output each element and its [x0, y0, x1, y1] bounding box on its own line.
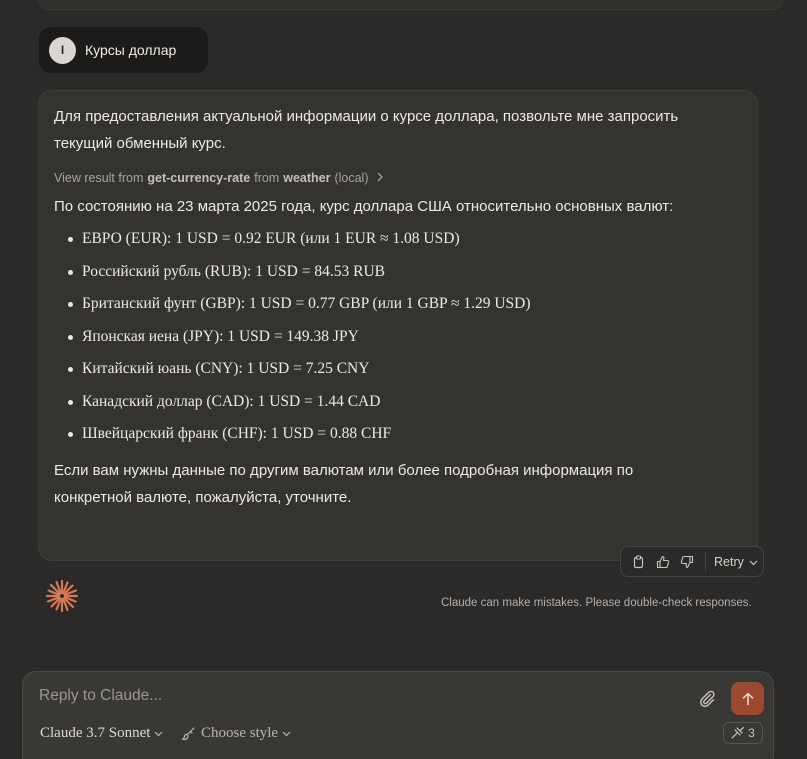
retry-button[interactable]: Retry — [714, 555, 758, 569]
chevron-right-icon — [376, 171, 384, 185]
assistant-intro-text: Для предоставления актуальной информации… — [54, 108, 679, 152]
list-item: Швейцарский франк (CHF): 1 USD = 0.88 CH… — [54, 423, 742, 456]
assistant-summary-text: По состоянию на 23 марта 2025 года, курс… — [54, 198, 674, 215]
assistant-closing-text: Если вам нужны данные по другим валютам … — [54, 461, 634, 506]
send-button[interactable] — [731, 682, 764, 715]
user-message-text: Курсы доллар — [85, 42, 177, 58]
list-item: Китайский юань (CNY): 1 USD = 7.25 CNY — [54, 358, 742, 391]
claude-logo-icon — [45, 579, 79, 613]
thumbs-up-icon[interactable] — [652, 552, 673, 572]
list-item: Канадский доллар (CAD): 1 USD = 1.44 CAD — [54, 391, 742, 424]
chevron-down-icon — [154, 731, 163, 737]
previous-message-edge — [38, 0, 783, 10]
brush-icon — [181, 726, 196, 741]
composer: Claude 3.7 Sonnet Choose style 3 — [22, 671, 774, 759]
currency-rate-list: ЕВРО (EUR): 1 USD = 0.92 EUR (или 1 EUR … — [54, 228, 742, 456]
reply-input[interactable] — [39, 684, 679, 708]
tool-server-name: weather — [283, 171, 331, 185]
copy-icon[interactable] — [628, 552, 649, 572]
tools-button[interactable]: 3 — [723, 722, 763, 744]
tool-result-link[interactable]: View result from get-currency-rate from … — [54, 168, 742, 188]
user-avatar: I — [49, 36, 76, 64]
paperclip-icon[interactable] — [697, 688, 717, 708]
list-item: ЕВРО (EUR): 1 USD = 0.92 EUR (или 1 EUR … — [54, 228, 742, 261]
tool-from-word: from — [254, 171, 280, 185]
thumbs-down-icon[interactable] — [676, 552, 697, 572]
style-selector[interactable]: Choose style — [181, 725, 291, 742]
tool-scope: (local) — [334, 171, 369, 185]
tool-result-prefix: View result from — [54, 171, 144, 185]
style-label: Choose style — [201, 725, 279, 741]
list-item: Японская иена (JPY): 1 USD = 149.38 JPY — [54, 326, 742, 359]
model-name: Claude 3.7 Sonnet — [40, 725, 151, 741]
list-item: Британский фунт (GBP): 1 USD = 0.77 GBP … — [54, 293, 742, 326]
actions-divider — [705, 551, 706, 572]
tools-count: 3 — [748, 726, 755, 740]
model-selector[interactable]: Claude 3.7 Sonnet — [40, 725, 163, 742]
assistant-message: Для предоставления актуальной информации… — [38, 90, 758, 561]
user-message: I Курсы доллар — [39, 27, 208, 73]
list-item: Российский рубль (RUB): 1 USD = 84.53 RU… — [54, 261, 742, 294]
message-actions-bar: Retry — [620, 546, 764, 577]
retry-label: Retry — [714, 554, 744, 569]
tools-icon — [731, 727, 745, 739]
chevron-down-icon — [282, 731, 291, 737]
chevron-down-icon — [749, 555, 758, 569]
disclaimer-text: Claude can make mistakes. Please double-… — [441, 597, 752, 609]
tool-name: get-currency-rate — [147, 171, 251, 185]
arrow-up-icon — [741, 692, 755, 706]
